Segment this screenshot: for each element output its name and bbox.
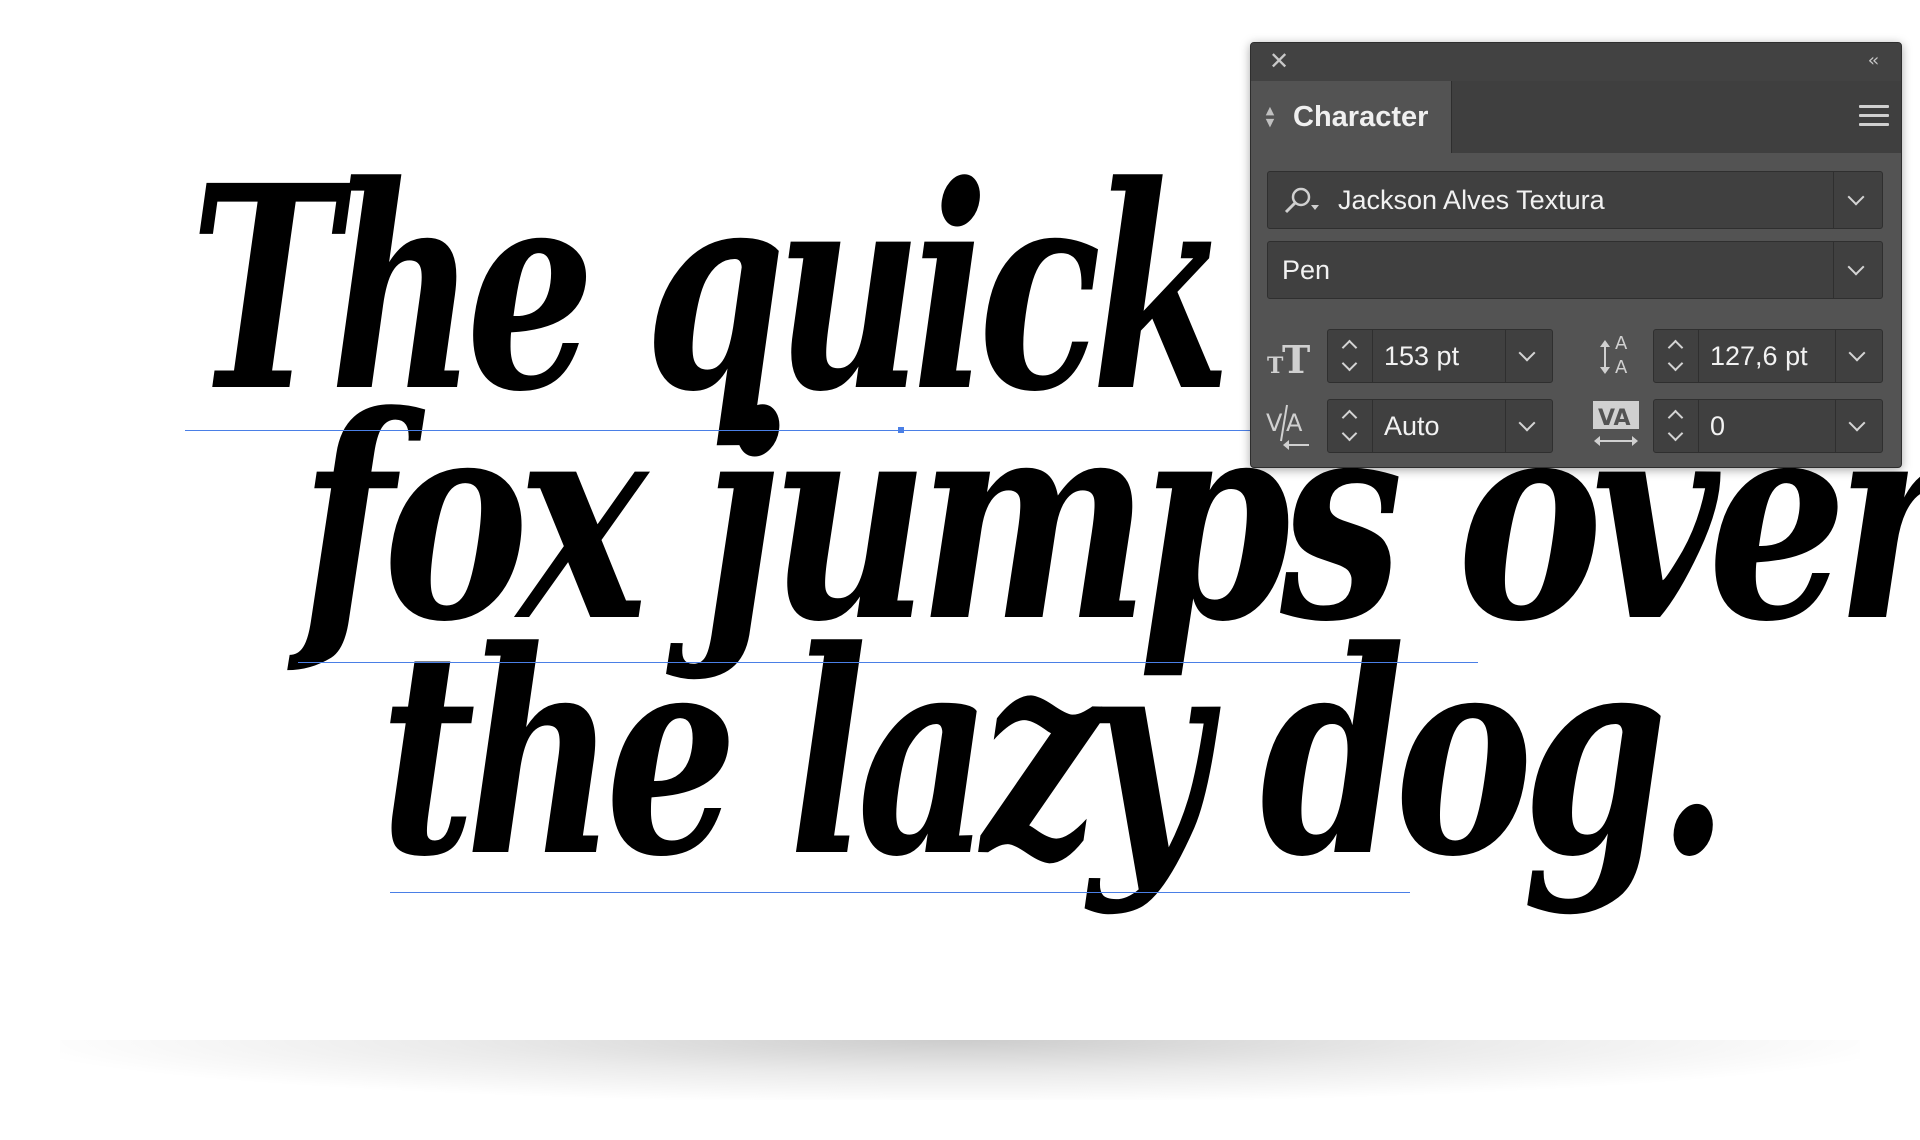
svg-text:T: T — [1282, 337, 1310, 381]
chevron-down-icon — [1518, 414, 1536, 432]
tab-reorder-icon[interactable]: ▲ ▼ — [1263, 105, 1277, 131]
font-style-field[interactable]: Pen — [1267, 241, 1883, 299]
font-size-stepper[interactable] — [1328, 330, 1373, 382]
kerning-icon: V A — [1266, 404, 1309, 450]
leading-stepper[interactable] — [1654, 330, 1699, 382]
chevron-down-icon — [1518, 344, 1536, 362]
text-anchor-point[interactable] — [898, 427, 904, 433]
font-family-field[interactable]: Jackson Alves Textura — [1267, 171, 1883, 229]
font-size-field[interactable]: 153 pt — [1327, 329, 1553, 383]
drop-shadow — [60, 1040, 1860, 1100]
svg-text:VA: VA — [1598, 406, 1631, 431]
panel-tab-strip: ▲ ▼ Character — [1251, 81, 1901, 153]
close-icon[interactable]: ✕ — [1265, 47, 1293, 75]
font-size-value: 153 pt — [1384, 341, 1460, 371]
kerning-value: Auto — [1384, 411, 1440, 441]
specimen-line-3[interactable]: the lazy dog. — [380, 615, 1729, 895]
svg-text:V: V — [1266, 409, 1283, 437]
baseline-guide — [298, 662, 1478, 663]
font-style-value: Pen — [1282, 255, 1331, 285]
hamburger-menu-icon[interactable] — [1859, 105, 1889, 129]
svg-text:A: A — [1615, 357, 1628, 378]
tracking-field[interactable]: 0 — [1653, 399, 1883, 453]
tracking-stepper[interactable] — [1654, 400, 1699, 452]
search-icon[interactable] — [1282, 186, 1322, 216]
font-family-dropdown[interactable] — [1833, 172, 1882, 228]
svg-text:A: A — [1286, 409, 1303, 437]
tracking-icon: VA — [1593, 401, 1639, 446]
leading-icon: A A — [1600, 333, 1628, 378]
baseline-guide — [390, 892, 1410, 893]
tracking-dropdown[interactable] — [1835, 400, 1882, 452]
font-style-dropdown[interactable] — [1833, 242, 1882, 298]
font-size-dropdown[interactable] — [1505, 330, 1552, 382]
tracking-value: 0 — [1710, 411, 1726, 441]
character-panel: ✕ ‹‹ ▲ ▼ Character Jackson Alves Textura … — [1250, 42, 1902, 468]
panel-titlebar[interactable]: ✕ ‹‹ — [1251, 43, 1901, 81]
tab-label: Character — [1293, 101, 1429, 133]
chevron-down-icon — [1847, 188, 1865, 206]
baseline-guide — [185, 430, 1275, 431]
leading-field[interactable]: 127,6 pt — [1653, 329, 1883, 383]
font-family-value: Jackson Alves Textura — [1338, 185, 1605, 215]
chevron-down-icon — [1848, 344, 1866, 362]
leading-dropdown[interactable] — [1835, 330, 1882, 382]
chevron-down-icon — [1848, 414, 1866, 432]
double-chevron-left-icon[interactable]: ‹‹ — [1857, 47, 1887, 75]
svg-text:A: A — [1615, 333, 1628, 354]
tab-character[interactable]: ▲ ▼ Character — [1251, 81, 1452, 153]
kerning-field[interactable]: Auto — [1327, 399, 1553, 453]
kerning-dropdown[interactable] — [1505, 400, 1552, 452]
font-size-icon: T T — [1267, 337, 1310, 381]
chevron-down-icon — [1847, 258, 1865, 276]
kerning-stepper[interactable] — [1328, 400, 1373, 452]
leading-value: 127,6 pt — [1710, 341, 1808, 371]
